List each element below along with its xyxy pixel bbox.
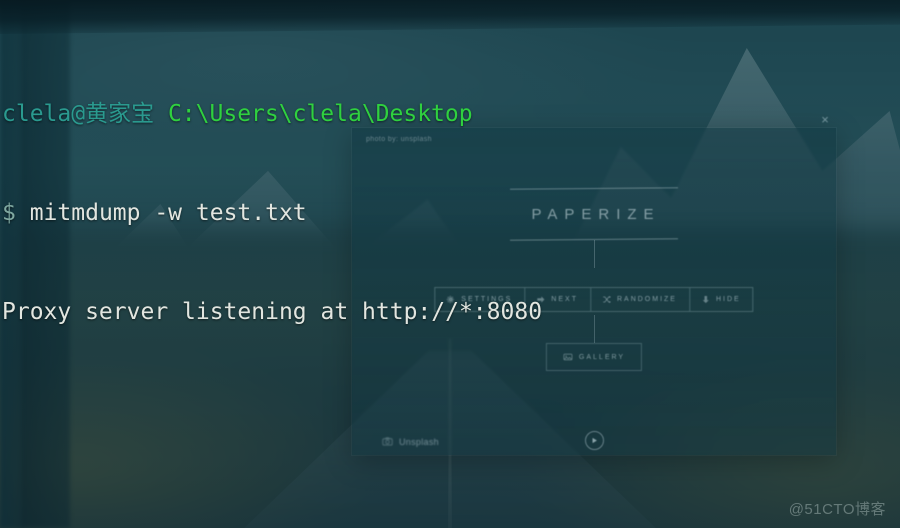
gallery-connector-line bbox=[594, 315, 595, 343]
gallery-button[interactable]: GALLERY bbox=[545, 343, 643, 371]
next-button-label: NEXT bbox=[551, 296, 578, 303]
terminal-line-prompt: clela@黄家宝 C:\Users\clela\Desktop bbox=[2, 98, 542, 131]
shuffle-icon bbox=[602, 295, 611, 304]
randomize-button[interactable]: RANDOMIZE bbox=[591, 288, 690, 311]
play-button[interactable] bbox=[585, 431, 604, 450]
terminal-prompt-symbol: $ bbox=[2, 200, 16, 226]
terminal-proxy-message: Proxy server listening at http://*:8080 bbox=[2, 299, 543, 325]
terminal-command: mitmdump -w test.txt bbox=[15, 200, 307, 226]
title-connector-line bbox=[593, 240, 595, 268]
gallery-button-label: GALLERY bbox=[578, 353, 626, 361]
arrow-down-icon bbox=[701, 295, 710, 304]
terminal-user-host: clela@黄家宝 bbox=[2, 101, 155, 127]
image-icon bbox=[563, 352, 573, 362]
terminal-output: clela@黄家宝 C:\Users\clela\Desktop $ mitmd… bbox=[0, 32, 542, 395]
unsplash-label: Unsplash bbox=[399, 436, 439, 447]
hide-button[interactable]: HIDE bbox=[690, 288, 753, 311]
play-icon bbox=[592, 437, 597, 444]
camera-icon bbox=[382, 436, 393, 447]
hide-button-label: HIDE bbox=[715, 296, 741, 303]
terminal-cwd: C:\Users\clela\Desktop bbox=[167, 101, 473, 127]
watermark: @51CTO博客 bbox=[788, 501, 886, 518]
screenshot-root: photo by: unsplash PAPERIZE SETTINGS NEX… bbox=[0, 0, 900, 528]
terminal-line-command: $ mitmdump -w test.txt bbox=[2, 197, 542, 230]
terminal-line-output: Proxy server listening at http://*:8080 bbox=[2, 296, 542, 329]
close-icon[interactable]: × bbox=[817, 112, 833, 128]
unsplash-source-link[interactable]: Unsplash bbox=[382, 436, 439, 447]
randomize-button-label: RANDOMIZE bbox=[616, 296, 677, 303]
